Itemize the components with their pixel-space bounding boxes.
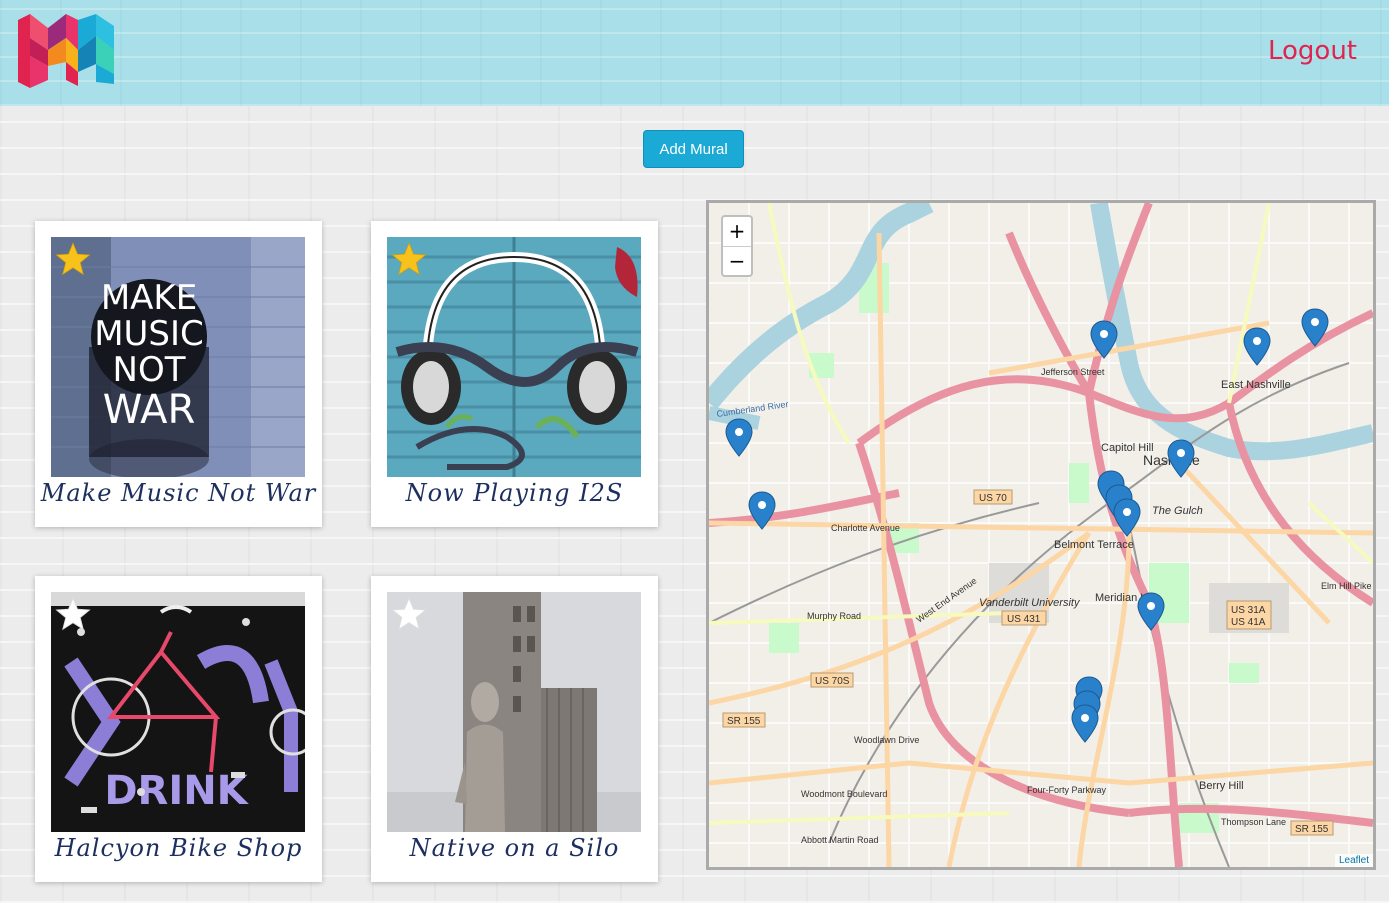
mural-title: Now Playing I2S — [405, 479, 624, 507]
favorite-star-outline-icon[interactable] — [391, 596, 427, 632]
map-label-four-forty-parkway: Four-Forty Parkway — [1027, 785, 1107, 795]
favorite-star-icon[interactable] — [55, 241, 91, 277]
mural-text-make: MAKE — [101, 278, 197, 318]
map-shield-us70s: US 70S — [815, 676, 850, 687]
map-label-east-nashville: East Nashville — [1221, 379, 1291, 391]
map-shield-sr155: SR 155 — [727, 716, 761, 727]
mural-photo[interactable]: MAKE MUSIC NOT WAR — [51, 237, 305, 477]
favorite-star-outline-icon[interactable] — [55, 596, 91, 632]
mural-title: Halcyon Bike Shop — [54, 834, 303, 862]
mural-text-not: NOT — [113, 350, 186, 390]
mural-card[interactable]: MAKE MUSIC NOT WAR Make Music Not War — [35, 221, 322, 527]
map-label-woodlawn-drive: Woodlawn Drive — [854, 735, 919, 745]
map-shield-us70: US 70 — [979, 493, 1007, 504]
add-mural-button[interactable]: Add Mural — [643, 130, 744, 168]
leaflet-attribution-link[interactable]: Leaflet — [1334, 854, 1373, 867]
map-label-vanderbilt: Vanderbilt University — [979, 597, 1081, 609]
map-tiles[interactable]: East Nashville Nashville Capitol Hill Th… — [709, 203, 1373, 867]
zoom-in-button[interactable]: + — [723, 217, 751, 246]
map-label-woodmont-boulevard: Woodmont Boulevard — [801, 789, 887, 799]
mural-text-music: MUSIC — [94, 314, 204, 354]
map-shield-us31a: US 31A — [1231, 605, 1266, 616]
zoom-out-button[interactable]: − — [723, 246, 751, 275]
map-label-murphy-road: Murphy Road — [807, 611, 861, 621]
mural-title: Native on a Silo — [409, 834, 620, 862]
mural-map[interactable]: East Nashville Nashville Capitol Hill Th… — [706, 200, 1376, 870]
murals-logo-icon[interactable] — [14, 10, 120, 90]
map-label-berry-hill: Berry Hill — [1199, 780, 1244, 792]
map-label-capitol-hill: Capitol Hill — [1101, 442, 1154, 454]
mural-photo[interactable] — [387, 237, 641, 477]
mural-card[interactable]: Native on a Silo — [371, 576, 658, 882]
mural-title: Make Music Not War — [40, 479, 317, 507]
zoom-control: + − — [721, 215, 753, 277]
map-label-thompson-lane: Thompson Lane — [1221, 817, 1286, 827]
map-shield-us431: US 431 — [1007, 614, 1041, 625]
mural-photo[interactable]: DRINK — [51, 592, 305, 832]
map-shield-us41a: US 41A — [1231, 617, 1266, 628]
map-label-abbott-martin: Abbott Martin Road — [801, 835, 879, 845]
mural-card[interactable]: DRINK Halcyon Bike Shop — [35, 576, 322, 882]
mural-card[interactable]: Now Playing I2S — [371, 221, 658, 527]
mural-photo[interactable] — [387, 592, 641, 832]
map-label-belmont-terrace: Belmont Terrace — [1054, 539, 1134, 551]
mural-text-war: WAR — [103, 387, 196, 433]
mural-text-drink: DRINK — [104, 768, 249, 814]
map-shield-sr155-east: SR 155 — [1295, 824, 1329, 835]
map-label-jefferson-street: Jefferson Street — [1041, 367, 1105, 377]
navbar: Logout — [0, 0, 1389, 106]
map-label-charlotte-avenue: Charlotte Avenue — [831, 523, 900, 533]
favorite-star-icon[interactable] — [391, 241, 427, 277]
map-label-the-gulch: The Gulch — [1152, 505, 1203, 517]
logout-link[interactable]: Logout — [1268, 36, 1357, 66]
map-label-elm-hill-pike: Elm Hill Pike — [1321, 581, 1372, 591]
